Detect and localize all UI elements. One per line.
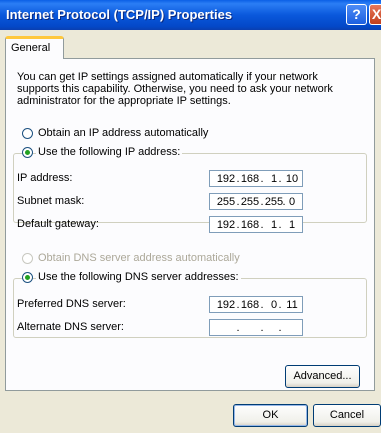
help-icon[interactable]: ? [346,4,367,25]
cancel-button[interactable]: Cancel [313,404,381,427]
tab-general-label: General [11,42,51,54]
ip-address-field[interactable]: 192 . 168 . 1 . 10 [209,170,303,187]
ip-address-group [13,153,367,223]
use-ip-label[interactable]: Use the following IP address: [36,146,183,158]
preferred-dns-field[interactable]: 192 . 168 . 0 . 11 [209,296,303,313]
window-title: Internet Protocol (TCP/IP) Properties [6,7,233,22]
preferred-dns-label: Preferred DNS server: [17,298,126,310]
ip-address-label: IP address: [17,172,73,184]
title-bar[interactable]: Internet Protocol (TCP/IP) Properties ? … [0,0,381,30]
obtain-dns-auto-radio[interactable] [22,253,33,264]
default-gateway-label: Default gateway: [17,218,99,230]
alternate-dns-label: Alternate DNS server: [17,321,124,333]
subnet-mask-field[interactable]: 255 . 255 . 255 . 0 [209,193,303,210]
alternate-dns-field[interactable]: . . . [209,319,303,336]
use-dns-label[interactable]: Use the following DNS server addresses: [36,271,241,283]
close-icon[interactable]: X [369,4,381,25]
tab-general[interactable]: General [5,36,64,59]
default-gateway-field[interactable]: 192 . 168 . 1 . 1 [209,216,303,233]
use-ip-radio[interactable] [22,147,33,158]
subnet-mask-label: Subnet mask: [17,195,85,207]
properties-dialog: Internet Protocol (TCP/IP) Properties ? … [0,0,381,433]
obtain-ip-auto-label[interactable]: Obtain an IP address automatically [38,127,208,139]
intro-text: You can get IP settings assigned automat… [17,71,333,107]
obtain-ip-auto-radio[interactable] [22,128,33,139]
ok-button[interactable]: OK [233,404,308,427]
obtain-dns-auto-label[interactable]: Obtain DNS server address automatically [38,252,240,264]
use-dns-radio[interactable] [22,272,33,283]
advanced-button[interactable]: Advanced... [285,365,360,388]
